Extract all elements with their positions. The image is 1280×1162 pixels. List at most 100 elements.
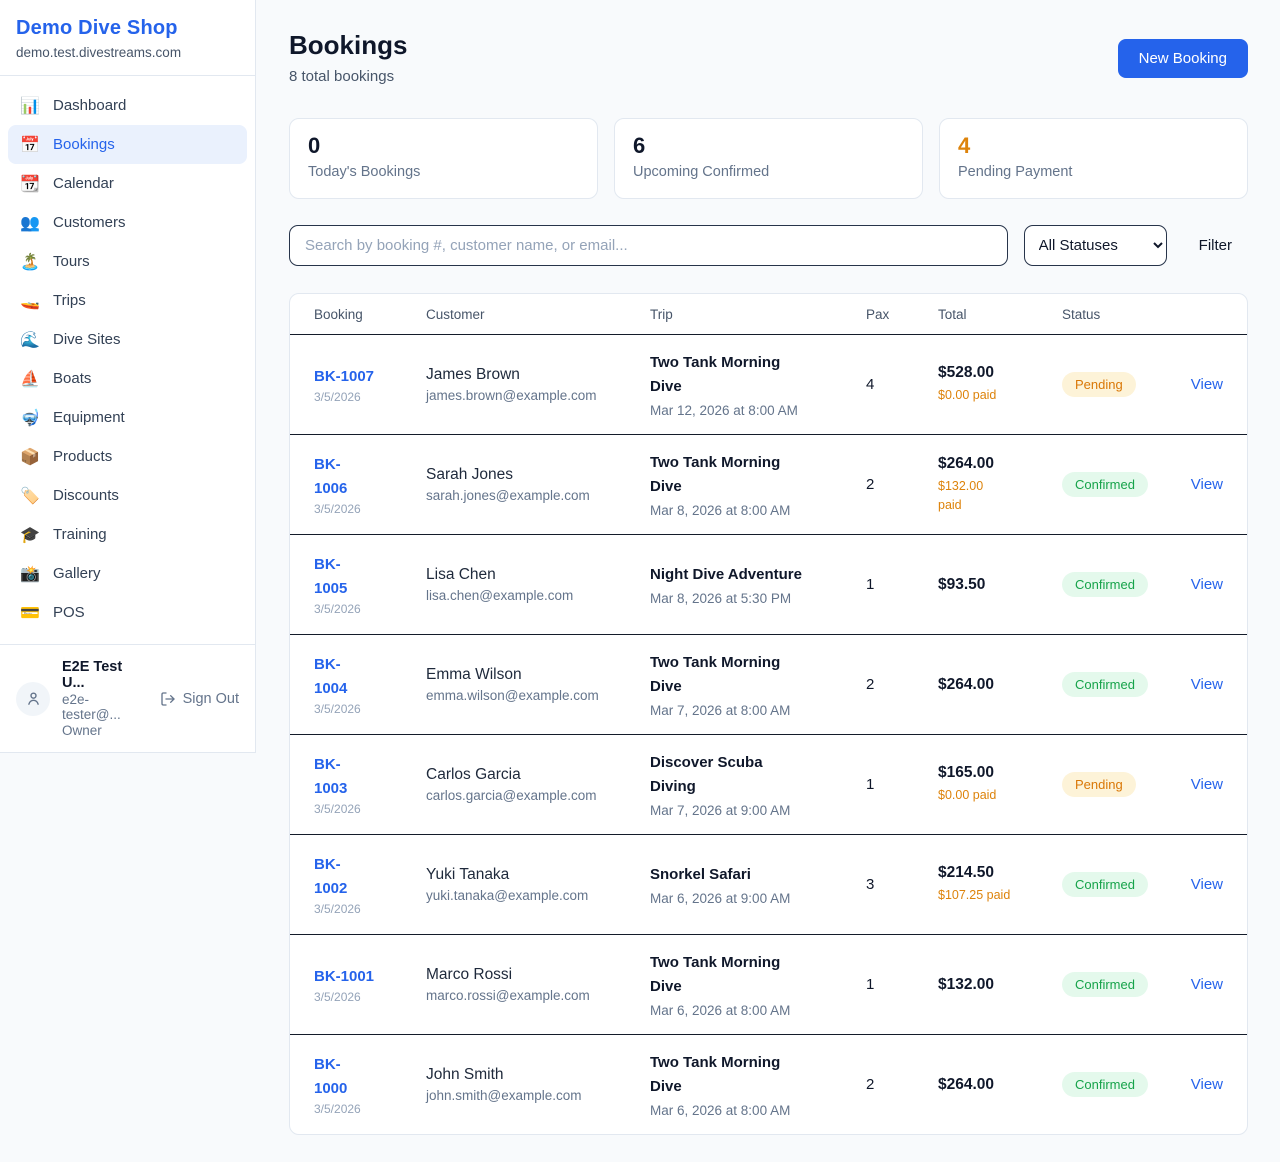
customer-cell: Yuki Tanaka yuki.tanaka@example.com	[426, 866, 650, 903]
booking-date: 3/5/2026	[314, 390, 426, 404]
pax-value: 1	[866, 776, 938, 793]
sidebar-item-tours[interactable]: 🏝️ Tours	[8, 242, 247, 281]
total-amount: $264.00	[938, 455, 1062, 473]
diving-mask-icon: 🤿	[20, 408, 40, 427]
total-amount: $165.00	[938, 764, 1062, 782]
column-header-customer: Customer	[426, 307, 650, 322]
new-booking-button[interactable]: New Booking	[1118, 39, 1248, 78]
sidebar-item-customers[interactable]: 👥 Customers	[8, 203, 247, 242]
sidebar-item-label: Trips	[53, 292, 86, 309]
actions-cell: View	[1186, 976, 1223, 994]
pax-value: 4	[866, 376, 938, 393]
paid-amount: $132.00 paid	[938, 477, 1062, 515]
sidebar-item-dashboard[interactable]: 📊 Dashboard	[8, 86, 247, 125]
user-email: e2e-tester@...	[62, 692, 148, 722]
sign-out-button[interactable]: Sign Out	[160, 691, 239, 707]
customer-email: john.smith@example.com	[426, 1088, 650, 1103]
customer-cell: James Brown james.brown@example.com	[426, 366, 650, 403]
trip-cell: Two Tank Morning Dive Mar 8, 2026 at 8:0…	[650, 451, 866, 518]
booking-date: 3/5/2026	[314, 990, 426, 1004]
search-input[interactable]	[289, 225, 1008, 266]
customer-name: Marco Rossi	[426, 966, 650, 984]
status-badge: Pending	[1062, 372, 1136, 397]
column-header-trip: Trip	[650, 307, 866, 322]
sidebar-item-products[interactable]: 📦 Products	[8, 437, 247, 476]
sidebar-item-label: Calendar	[53, 175, 114, 192]
stat-value: 6	[633, 133, 904, 159]
booking-id-link[interactable]: BK- 1006	[314, 453, 426, 500]
shop-domain: demo.test.divestreams.com	[16, 45, 239, 60]
sidebar-item-dive-sites[interactable]: 🌊 Dive Sites	[8, 320, 247, 359]
total-amount: $93.50	[938, 576, 1062, 594]
booking-id-link[interactable]: BK-1007	[314, 365, 426, 388]
customer-cell: Lisa Chen lisa.chen@example.com	[426, 566, 650, 603]
sidebar-item-calendar[interactable]: 📆 Calendar	[8, 164, 247, 203]
trip-name: Discover Scuba Diving	[650, 751, 866, 799]
shop-name: Demo Dive Shop	[16, 17, 239, 40]
view-link[interactable]: View	[1191, 476, 1223, 493]
booking-id-link[interactable]: BK-1001	[314, 965, 426, 988]
view-link[interactable]: View	[1191, 1076, 1223, 1093]
booking-date: 3/5/2026	[314, 702, 426, 716]
pax-value: 2	[866, 476, 938, 493]
status-filter-select[interactable]: All Statuses	[1024, 225, 1167, 266]
view-link[interactable]: View	[1191, 376, 1223, 393]
customer-cell: Sarah Jones sarah.jones@example.com	[426, 466, 650, 503]
booking-date: 3/5/2026	[314, 502, 426, 516]
booking-date: 3/5/2026	[314, 902, 426, 916]
booking-cell: BK- 1000 3/5/2026	[314, 1053, 426, 1116]
sidebar-nav: 📊 Dashboard 📅 Bookings 📆 Calendar 👥 Cust…	[0, 76, 255, 644]
customer-cell: Marco Rossi marco.rossi@example.com	[426, 966, 650, 1003]
booking-id-link[interactable]: BK- 1002	[314, 853, 426, 900]
sidebar-item-discounts[interactable]: 🏷️ Discounts	[8, 476, 247, 515]
sidebar-item-pos[interactable]: 💳 POS	[8, 593, 247, 632]
status-badge: Confirmed	[1062, 872, 1148, 897]
trip-name: Two Tank Morning Dive	[650, 951, 866, 999]
sidebar-item-label: Dive Sites	[53, 331, 121, 348]
view-link[interactable]: View	[1191, 876, 1223, 893]
trip-cell: Night Dive Adventure Mar 8, 2026 at 5:30…	[650, 563, 866, 606]
sailboat-icon: ⛵	[20, 369, 40, 388]
table-row: BK- 1005 3/5/2026 Lisa Chen lisa.chen@ex…	[290, 534, 1247, 634]
trip-cell: Two Tank Morning Dive Mar 6, 2026 at 8:0…	[650, 951, 866, 1018]
user-info: E2E Test U... e2e-tester@... Owner	[62, 659, 148, 738]
view-link[interactable]: View	[1191, 776, 1223, 793]
view-link[interactable]: View	[1191, 676, 1223, 693]
view-link[interactable]: View	[1191, 976, 1223, 993]
user-role: Owner	[62, 723, 148, 738]
sign-out-label: Sign Out	[183, 691, 239, 707]
bookings-table: Booking Customer Trip Pax Total Status B…	[289, 293, 1248, 1135]
sign-out-icon	[160, 691, 176, 707]
booking-id-link[interactable]: BK- 1003	[314, 753, 426, 800]
sidebar-item-equipment[interactable]: 🤿 Equipment	[8, 398, 247, 437]
booking-id-link[interactable]: BK- 1004	[314, 653, 426, 700]
trip-datetime: Mar 6, 2026 at 8:00 AM	[650, 1003, 866, 1018]
filter-button[interactable]: Filter	[1199, 237, 1232, 254]
sidebar-item-trips[interactable]: 🚤 Trips	[8, 281, 247, 320]
total-amount: $264.00	[938, 676, 1062, 694]
trip-name: Night Dive Adventure	[650, 563, 866, 587]
sidebar-item-label: Tours	[53, 253, 90, 270]
total-amount: $132.00	[938, 976, 1062, 994]
status-cell: Confirmed	[1062, 1072, 1186, 1097]
customer-email: yuki.tanaka@example.com	[426, 888, 650, 903]
status-badge: Confirmed	[1062, 472, 1148, 497]
sidebar-item-gallery[interactable]: 📸 Gallery	[8, 554, 247, 593]
pax-value: 1	[866, 976, 938, 993]
sidebar-item-boats[interactable]: ⛵ Boats	[8, 359, 247, 398]
user-section: E2E Test U... e2e-tester@... Owner Sign …	[0, 644, 255, 752]
trip-name: Two Tank Morning Dive	[650, 651, 866, 699]
booking-cell: BK- 1002 3/5/2026	[314, 853, 426, 916]
view-link[interactable]: View	[1191, 576, 1223, 593]
sidebar-item-label: Gallery	[53, 565, 101, 582]
stat-value: 0	[308, 133, 579, 159]
table-row: BK- 1000 3/5/2026 John Smith john.smith@…	[290, 1034, 1247, 1134]
stat-card-upcoming-confirmed: 6 Upcoming Confirmed	[614, 118, 923, 199]
booking-id-link[interactable]: BK- 1005	[314, 553, 426, 600]
booking-id-link[interactable]: BK- 1000	[314, 1053, 426, 1100]
customer-cell: Carlos Garcia carlos.garcia@example.com	[426, 766, 650, 803]
total-cell: $214.50 $107.25 paid	[938, 864, 1062, 905]
sidebar-item-training[interactable]: 🎓 Training	[8, 515, 247, 554]
actions-cell: View	[1186, 776, 1223, 794]
sidebar-item-bookings[interactable]: 📅 Bookings	[8, 125, 247, 164]
